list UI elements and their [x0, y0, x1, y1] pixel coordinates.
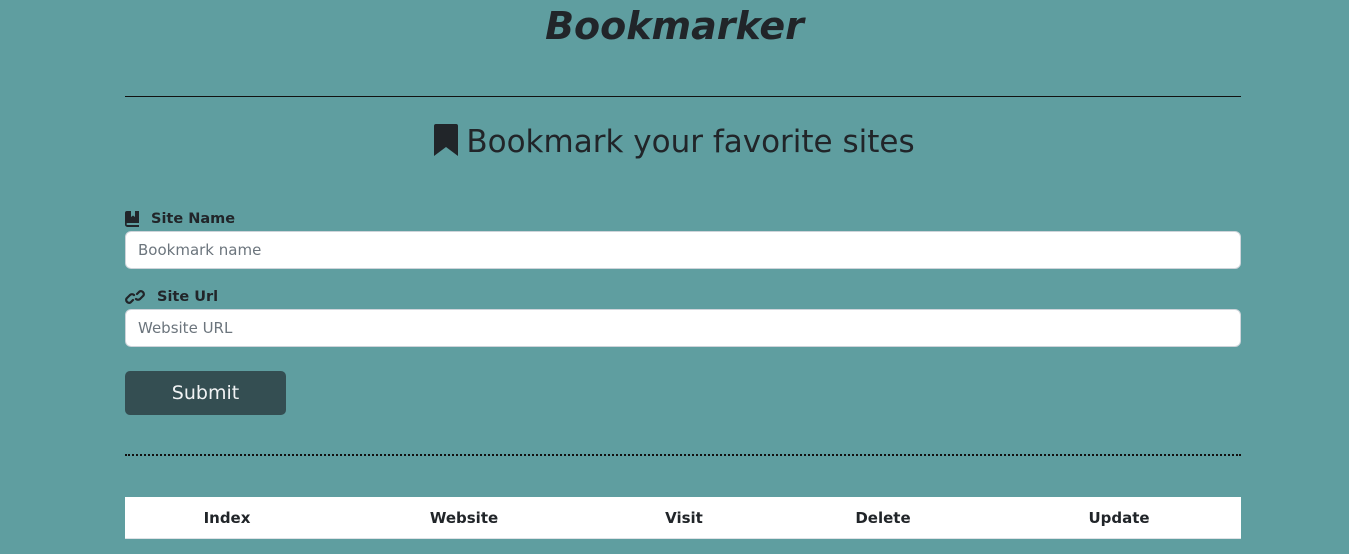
bookmarks-table: Index Website Visit Delete Update	[125, 497, 1241, 539]
section-heading-text: Bookmark your favorite sites	[466, 124, 915, 160]
site-name-label-text: Site Name	[151, 211, 236, 227]
site-url-label: Site Url	[125, 287, 218, 307]
table-header-row: Index Website Visit Delete Update	[125, 497, 1241, 539]
column-header-website: Website	[329, 497, 599, 539]
dotted-divider	[125, 454, 1241, 456]
submit-button[interactable]: Submit	[125, 371, 286, 415]
section-heading: Bookmark your favorite sites	[0, 120, 1349, 164]
site-url-input[interactable]	[125, 309, 1241, 347]
column-header-visit: Visit	[599, 497, 769, 539]
bookmark-icon	[434, 124, 459, 156]
site-name-label: Site Name	[125, 209, 235, 229]
book-bookmark-icon	[125, 211, 139, 227]
link-icon	[125, 289, 145, 305]
site-url-label-text: Site Url	[157, 289, 219, 305]
app-title: Bookmarker	[545, 4, 804, 48]
site-name-input[interactable]	[125, 231, 1241, 269]
column-header-update: Update	[997, 497, 1241, 539]
column-header-index: Index	[125, 497, 329, 539]
column-header-delete: Delete	[769, 497, 997, 539]
top-divider	[125, 96, 1241, 97]
